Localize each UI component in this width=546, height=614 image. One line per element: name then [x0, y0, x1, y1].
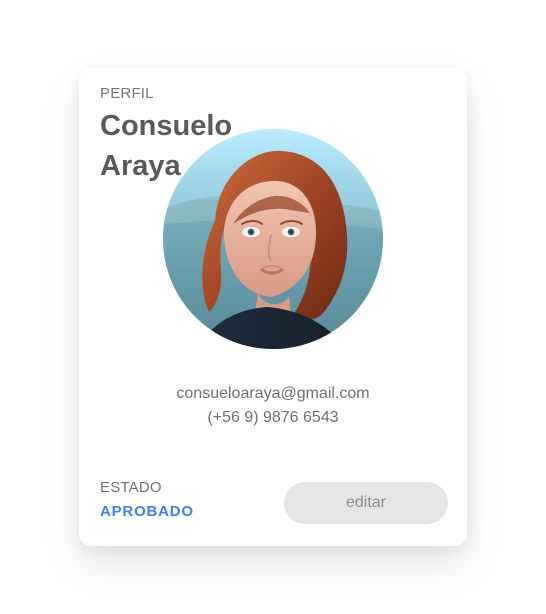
email-text: consueloaraya@gmail.com	[176, 385, 370, 402]
edit-button[interactable]: editar	[284, 482, 448, 524]
page: PERFIL Consuelo Araya consueloaraya@gmai…	[0, 0, 546, 614]
status-label: ESTADO	[100, 479, 162, 496]
section-label: PERFIL	[100, 85, 154, 102]
avatar-photo-icon	[163, 129, 383, 349]
first-name: Consuelo	[100, 110, 233, 142]
contact-info: consueloaraya@gmail.com (+56 9) 9876 654…	[79, 382, 467, 430]
phone-text: (+56 9) 9876 6543	[207, 409, 339, 426]
status-badge: APROBADO	[100, 503, 194, 520]
last-name: Araya	[100, 150, 181, 182]
avatar	[163, 129, 383, 349]
profile-card: PERFIL Consuelo Araya consueloaraya@gmai…	[79, 68, 467, 546]
